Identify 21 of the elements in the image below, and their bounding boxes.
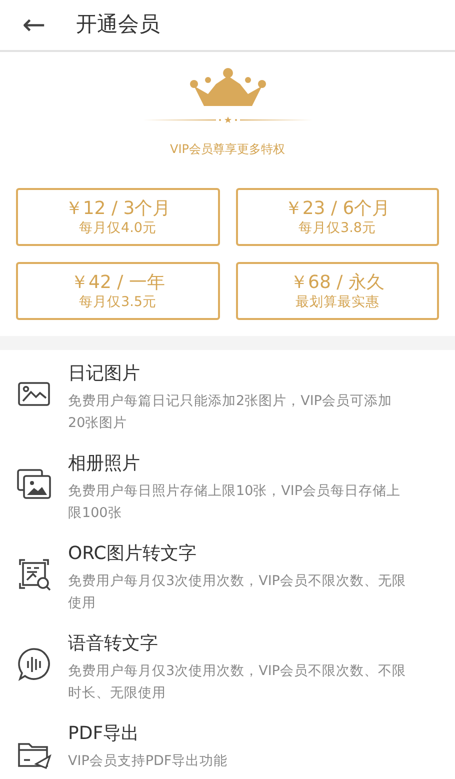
plan-option[interactable]: ￥42 / 一年 每月仅3.5元	[16, 262, 220, 320]
feature-description: 免费用户每月仅3次使用次数，VIP会员不限次数、不限时长、无限使用	[68, 662, 407, 703]
feature-description: 免费用户每篇日记只能添加2张图片，VIP会员可添加20张图片	[68, 392, 393, 433]
plan-option[interactable]: ￥68 / 永久 最划算最实惠	[236, 262, 439, 320]
photos-icon	[16, 466, 52, 502]
vip-tagline: VIP会员尊享更多特权	[170, 141, 285, 158]
back-button[interactable]: ←	[16, 11, 52, 39]
feature-title: 相册照片	[68, 452, 141, 476]
plan-option[interactable]: ￥12 / 3个月 每月仅4.0元	[16, 188, 220, 246]
feature-title: PDF导出	[68, 722, 140, 746]
feature-description: VIP会员支持PDF导出功能	[68, 752, 228, 771]
feature-description: 免费用户每月仅3次使用次数，VIP会员不限次数、无限使用	[68, 572, 407, 613]
scan-image-icon	[16, 556, 52, 592]
voice-bubble-icon	[16, 646, 52, 682]
feature-title: 日记图片	[68, 362, 141, 386]
crown-icon	[190, 68, 266, 108]
feature-title: ORC图片转文字	[68, 542, 198, 566]
page-title: 开通会员	[76, 11, 160, 38]
plan-option[interactable]: ￥23 / 6个月 每月仅3.8元	[236, 188, 439, 246]
feature-description: 免费用户每日照片存储上限10张，VIP会员每日存储上限100张	[68, 482, 402, 523]
feature-title: 语音转文字	[68, 632, 159, 656]
